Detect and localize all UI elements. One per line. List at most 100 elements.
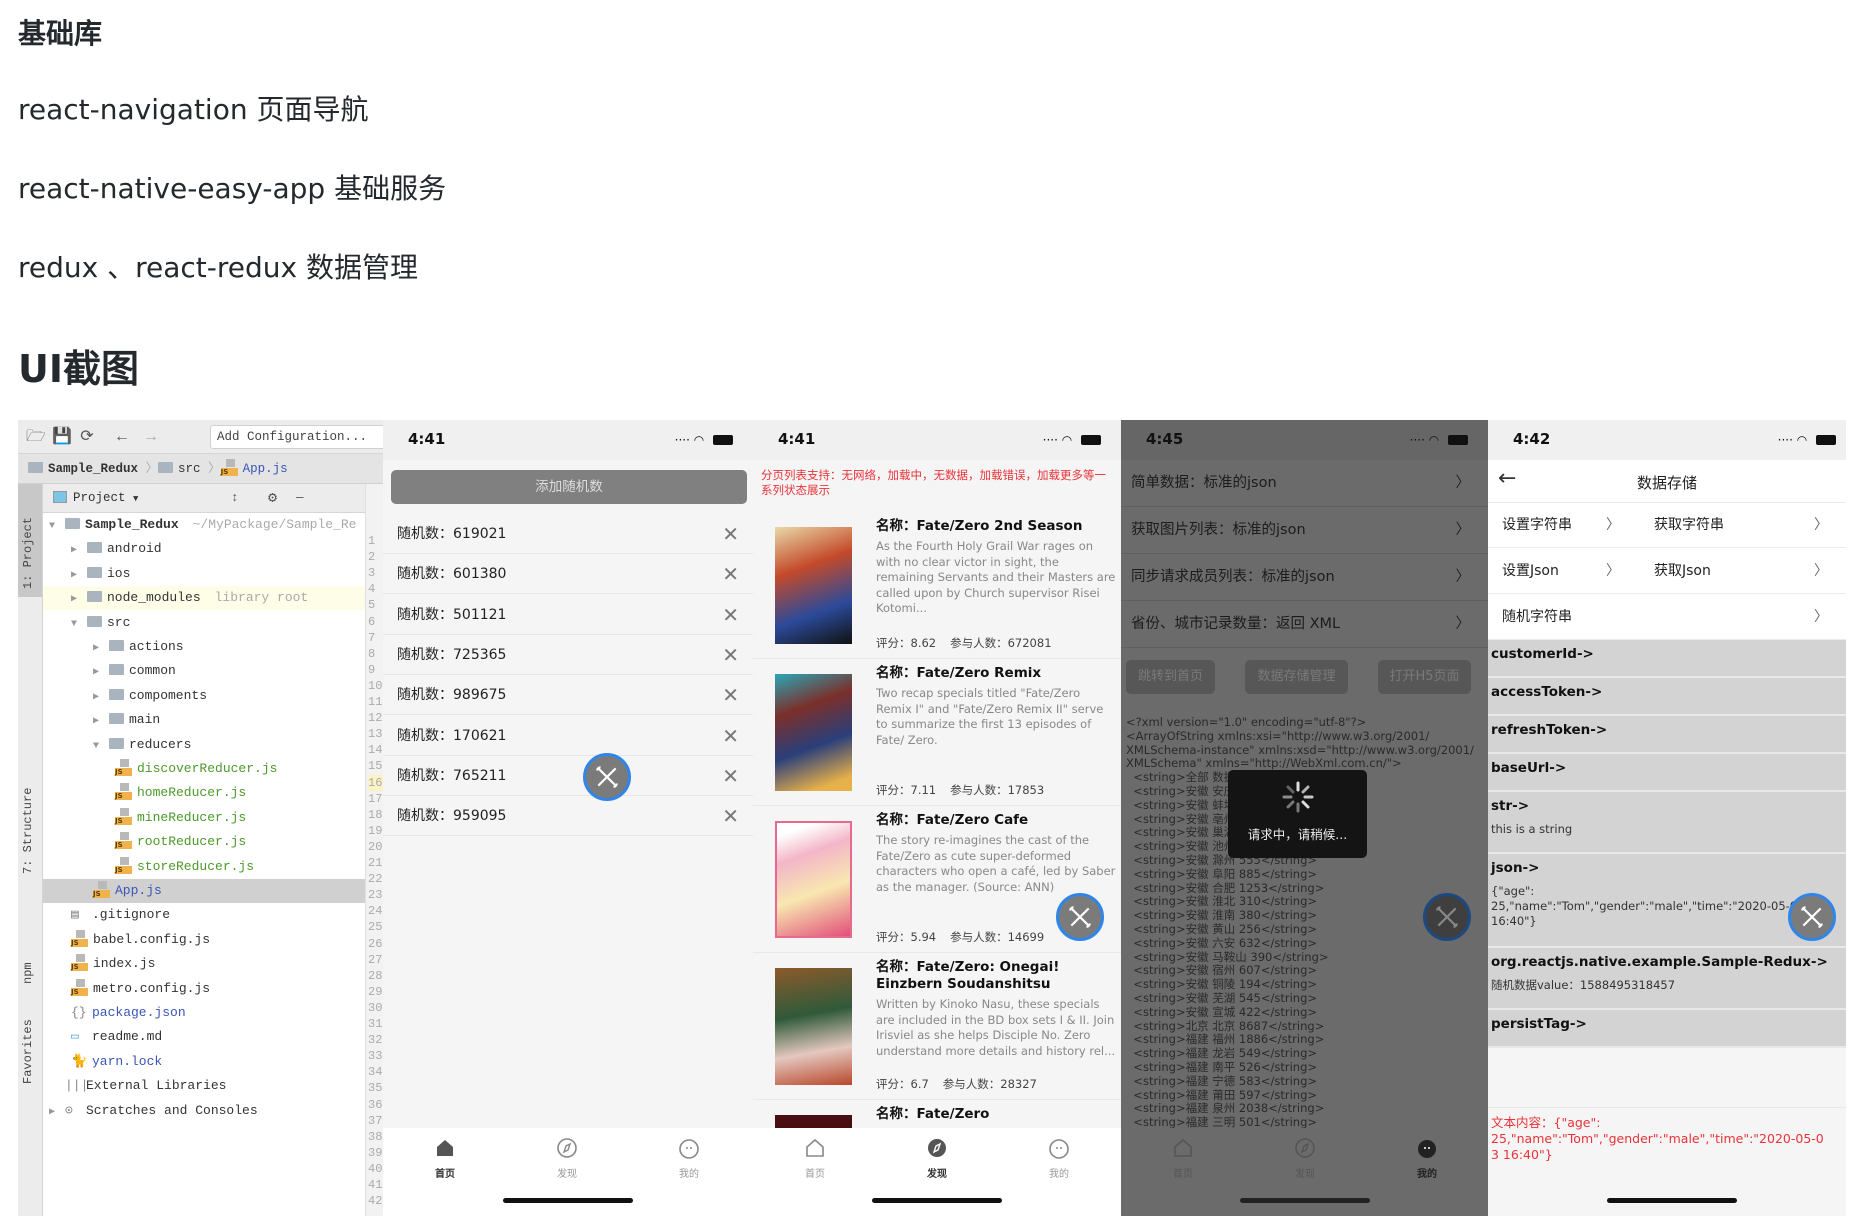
delete-x-icon[interactable]: ✕ (722, 756, 739, 796)
dropdown-caret-icon[interactable]: ▼ (133, 494, 138, 504)
tool-npm[interactable]: npm (21, 962, 35, 984)
storage-action[interactable]: 随机字符串 〉 (1488, 595, 1846, 640)
tree-item[interactable]: App.js (43, 879, 383, 903)
storage-manage-button[interactable]: 数据存储管理 (1245, 660, 1348, 694)
tree-item[interactable]: ▶ android (43, 537, 383, 561)
scratch-file-icon: ⊙ (65, 1102, 73, 1118)
tree-item[interactable]: storeReducer.js (43, 855, 383, 879)
tree-item[interactable]: metro.config.js (43, 977, 383, 1001)
request-row[interactable]: 简单数据：标准的json 〉 (1121, 460, 1488, 507)
tree-item[interactable]: mineReducer.js (43, 806, 383, 830)
request-row[interactable]: 获取图片列表：标准的json 〉 (1121, 507, 1488, 554)
request-row[interactable]: 同步请求成员列表：标准的json 〉 (1121, 554, 1488, 601)
spinner-icon (1282, 781, 1313, 813)
collapsed-arrow-icon[interactable]: ▶ (93, 661, 109, 685)
tree-item[interactable]: |||External Libraries (43, 1074, 383, 1098)
collapsed-arrow-icon[interactable]: ▶ (49, 1101, 65, 1125)
tree-item[interactable]: ▶ node_modules library root (43, 586, 383, 612)
tree-item[interactable]: babel.config.js (43, 928, 383, 952)
gear-icon[interactable]: ⚙ (268, 484, 277, 513)
collapsed-arrow-icon[interactable]: ▶ (93, 710, 109, 734)
tab-discover[interactable]: 发现 (527, 1136, 607, 1180)
open-h5-button[interactable]: 打开H5页面 (1378, 660, 1471, 694)
delete-x-icon[interactable]: ✕ (722, 716, 739, 756)
tab-home[interactable]: 首页 (775, 1136, 855, 1180)
forward-arrow-icon[interactable]: → (142, 428, 160, 446)
tree-item[interactable]: homeReducer.js (43, 781, 383, 805)
tab-discover[interactable]: 发现 (1265, 1136, 1345, 1180)
storage-action[interactable]: 设置Json 〉 (1488, 549, 1638, 594)
tree-item-label: Sample_Redux (85, 517, 179, 532)
expanded-arrow-icon[interactable]: ▼ (93, 735, 109, 759)
tab-home[interactable]: 首页 (1143, 1136, 1223, 1180)
breadcrumb-src[interactable]: src (178, 462, 201, 476)
anime-item[interactable]: 名称：Fate/Zero Remix Two recap specials tit… (753, 659, 1121, 806)
tree-item[interactable]: ▶ compoments (43, 684, 383, 708)
tree-item[interactable]: discoverReducer.js (43, 757, 383, 781)
add-configuration-button[interactable]: Add Configuration... (210, 425, 383, 449)
sync-icon[interactable]: ⟳ (78, 428, 96, 446)
tree-item[interactable]: ▭ readme.md (43, 1025, 383, 1049)
breadcrumb-project[interactable]: Sample_Redux (48, 462, 138, 476)
tree-item[interactable]: index.js (43, 952, 383, 976)
tree-item[interactable]: ▶ main (43, 708, 383, 732)
line-number: 2 (368, 550, 376, 565)
debug-tools-button[interactable] (1423, 893, 1471, 941)
tab-home[interactable]: 首页 (405, 1136, 485, 1180)
tree-item[interactable]: 🐈 yarn.lock (43, 1050, 383, 1074)
tree-item[interactable]: ▶ actions (43, 635, 383, 659)
tree-item[interactable]: {} package.json (43, 1001, 383, 1025)
tree-item-label: src (107, 614, 131, 630)
request-row[interactable]: 省份、城市记录数量：返回 XML 〉 (1121, 601, 1488, 648)
tree-item[interactable]: ▶ ios (43, 562, 383, 586)
tree-item[interactable]: ▶ ⊙ Scratches and Consoles (43, 1099, 383, 1123)
collapsed-arrow-icon[interactable]: ▶ (71, 564, 87, 588)
back-arrow-icon[interactable]: ← (113, 428, 131, 446)
tool-structure[interactable]: 7: Structure (21, 788, 35, 874)
tree-item[interactable]: ▤ .gitignore (43, 903, 383, 927)
delete-x-icon[interactable]: ✕ (722, 675, 739, 715)
tree-item[interactable]: ▼ reducers (43, 733, 383, 757)
debug-tools-button[interactable] (1056, 893, 1104, 941)
delete-x-icon[interactable]: ✕ (722, 595, 739, 635)
collapsed-arrow-icon[interactable]: ▶ (93, 686, 109, 710)
storage-action[interactable]: 获取字符串 〉 (1638, 503, 1846, 548)
tree-item[interactable]: ▼ Sample_Redux ~/MyPackage/Sample_Re (43, 513, 383, 537)
save-icon[interactable]: 💾 (52, 428, 72, 446)
breadcrumb-file[interactable]: App.js (243, 462, 288, 476)
tab-mine[interactable]: 我的 (1019, 1136, 1099, 1180)
tree-item[interactable]: ▼ src (43, 611, 383, 635)
debug-tools-button[interactable] (1788, 893, 1836, 941)
project-view-select[interactable]: Project (73, 491, 126, 505)
delete-x-icon[interactable]: ✕ (722, 554, 739, 594)
tree-item-label: storeReducer.js (137, 858, 255, 874)
anime-item[interactable]: 名称：Fate/Zero: Onegai! Einzbern Soudanshi… (753, 953, 1121, 1100)
tab-mine[interactable]: 我的 (1387, 1136, 1467, 1180)
tab-mine[interactable]: 我的 (649, 1136, 729, 1180)
collapsed-arrow-icon[interactable]: ▶ (93, 637, 109, 661)
storage-action[interactable]: 获取Json 〉 (1638, 549, 1846, 594)
delete-x-icon[interactable]: ✕ (722, 514, 739, 554)
debug-tools-button[interactable] (583, 753, 631, 801)
collapse-all-icon[interactable]: ↕ (231, 484, 239, 513)
go-home-button[interactable]: 跳转到首页 (1126, 660, 1215, 694)
add-random-button[interactable]: 添加随机数 (391, 470, 747, 504)
expanded-arrow-icon[interactable]: ▼ (71, 613, 87, 637)
open-folder-icon[interactable]: 🗁 (26, 428, 46, 446)
tool-favorites[interactable]: Favorites (21, 1019, 35, 1084)
heading-libraries: 基础库 (18, 17, 103, 50)
tree-item[interactable]: rootReducer.js (43, 830, 383, 854)
expanded-arrow-icon[interactable]: ▼ (49, 515, 65, 539)
storage-action[interactable]: 设置字符串 〉 (1488, 503, 1638, 548)
collapsed-arrow-icon[interactable]: ▶ (71, 539, 87, 563)
collapsed-arrow-icon[interactable]: ▶ (71, 588, 87, 612)
tree-item[interactable]: ▶ common (43, 659, 383, 683)
folder-icon (87, 591, 102, 603)
tree-item-label: homeReducer.js (137, 785, 247, 801)
tool-project[interactable]: 1: Project (21, 517, 35, 589)
minimize-icon[interactable]: — (296, 484, 304, 513)
tab-discover[interactable]: 发现 (897, 1136, 977, 1180)
anime-item[interactable]: 名称：Fate/Zero 2nd Season As the Fourth Hol… (753, 512, 1121, 659)
delete-x-icon[interactable]: ✕ (722, 796, 739, 836)
delete-x-icon[interactable]: ✕ (722, 635, 739, 675)
